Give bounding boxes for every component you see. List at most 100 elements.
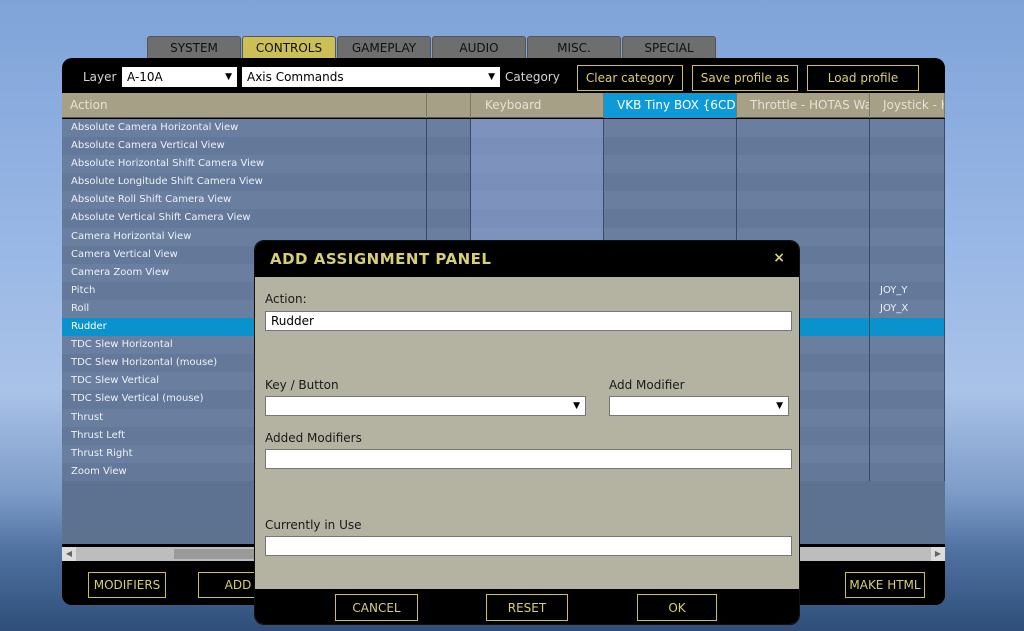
scroll-left-icon[interactable]: ◀ (62, 547, 76, 561)
close-icon[interactable]: × (773, 250, 785, 266)
row-joystick-cell[interactable] (870, 245, 945, 264)
reset-button[interactable]: RESET (486, 594, 568, 621)
currently-in-use-field (265, 536, 792, 556)
row-joystick-cell[interactable] (870, 408, 945, 427)
layer-label: Layer (83, 70, 117, 84)
scroll-thumb[interactable] (174, 549, 254, 559)
table-row[interactable]: Absolute Camera Horizontal View (62, 119, 945, 138)
row-throttle-cell[interactable] (737, 155, 870, 174)
row-blank-cell[interactable] (427, 191, 471, 210)
row-blank-cell[interactable] (427, 173, 471, 192)
tab-misc[interactable]: MISC. (527, 36, 621, 58)
row-throttle-cell[interactable] (737, 137, 870, 156)
row-throttle-cell[interactable] (737, 119, 870, 138)
row-action-cell: Absolute Longitude Shift Camera View (62, 173, 427, 192)
column-action[interactable]: Action (62, 93, 427, 118)
row-joystick-cell[interactable] (870, 263, 945, 282)
column-keyboard[interactable]: Keyboard (471, 93, 604, 118)
commands-select-value: Axis Commands (247, 70, 344, 84)
table-row[interactable]: Absolute Vertical Shift Camera View (62, 209, 945, 228)
row-vkb-cell[interactable] (604, 137, 737, 156)
modal-header: ADD ASSIGNMENT PANEL × (255, 241, 799, 277)
row-keyboard-cell[interactable] (471, 173, 604, 192)
added-modifiers-label: Added Modifiers (265, 431, 362, 445)
added-modifiers-field[interactable] (265, 449, 792, 469)
row-vkb-cell[interactable] (604, 155, 737, 174)
load-profile-button[interactable]: Load profile (807, 65, 919, 91)
ok-button[interactable]: OK (637, 594, 717, 621)
row-joystick-cell[interactable] (870, 390, 945, 409)
row-action-cell: Absolute Horizontal Shift Camera View (62, 155, 427, 174)
row-joystick-cell[interactable] (870, 426, 945, 445)
row-joystick-cell[interactable] (870, 173, 945, 192)
add-assignment-panel: ADD ASSIGNMENT PANEL × Action: Rudder Ke… (254, 240, 800, 625)
key-button-select[interactable]: ▼ (265, 396, 586, 416)
column-throttle[interactable]: Throttle - HOTAS Wa (737, 93, 870, 118)
row-vkb-cell[interactable] (604, 209, 737, 228)
chevron-down-icon: ▼ (573, 401, 580, 411)
tab-special[interactable]: SPECIAL (622, 36, 716, 58)
chevron-down-icon: ▼ (488, 72, 495, 82)
row-vkb-cell[interactable] (604, 173, 737, 192)
row-throttle-cell[interactable] (737, 209, 870, 228)
row-joystick-cell[interactable]: JOY_Y (870, 281, 945, 300)
row-keyboard-cell[interactable] (471, 155, 604, 174)
make-html-button[interactable]: MAKE HTML (845, 572, 925, 598)
row-blank-cell[interactable] (427, 137, 471, 156)
cancel-button[interactable]: CANCEL (335, 594, 418, 621)
table-row[interactable]: Absolute Horizontal Shift Camera View (62, 155, 945, 174)
chevron-down-icon: ▼ (225, 72, 232, 82)
row-vkb-cell[interactable] (604, 119, 737, 138)
modal-footer: CANCEL RESET OK (255, 589, 799, 624)
row-keyboard-cell[interactable] (471, 209, 604, 228)
category-label: Category (505, 70, 560, 84)
grid-header: Action Keyboard VKB Tiny BOX {6CD Thrott… (62, 93, 945, 118)
row-joystick-cell[interactable] (870, 119, 945, 138)
row-blank-cell[interactable] (427, 119, 471, 138)
save-profile-button[interactable]: Save profile as (692, 65, 798, 91)
column-vkb-tiny-box[interactable]: VKB Tiny BOX {6CD (604, 93, 737, 118)
column-joystick[interactable]: Joystick - H (870, 93, 945, 118)
commands-select[interactable]: Axis Commands ▼ (242, 67, 500, 87)
modal-title: ADD ASSIGNMENT PANEL (270, 250, 492, 268)
row-blank-cell[interactable] (427, 155, 471, 174)
table-row[interactable]: Absolute Camera Vertical View (62, 137, 945, 156)
row-joystick-cell[interactable] (870, 444, 945, 463)
layer-select-value: A-10A (127, 70, 163, 84)
row-joystick-cell[interactable] (870, 336, 945, 355)
add-modifier-select[interactable]: ▼ (609, 396, 789, 416)
row-action-cell: Absolute Camera Horizontal View (62, 119, 427, 138)
row-throttle-cell[interactable] (737, 191, 870, 210)
modifiers-button[interactable]: MODIFIERS (88, 572, 166, 598)
row-joystick-cell[interactable] (870, 227, 945, 246)
tab-gameplay[interactable]: GAMEPLAY (337, 36, 431, 58)
row-vkb-cell[interactable] (604, 191, 737, 210)
table-row[interactable]: Absolute Longitude Shift Camera View (62, 173, 945, 192)
row-blank-cell[interactable] (427, 209, 471, 228)
row-joystick-cell[interactable] (870, 372, 945, 391)
tab-system[interactable]: SYSTEM (147, 36, 241, 58)
row-joystick-cell[interactable] (870, 137, 945, 156)
row-throttle-cell[interactable] (737, 173, 870, 192)
tab-audio[interactable]: AUDIO (432, 36, 526, 58)
row-keyboard-cell[interactable] (471, 119, 604, 138)
action-label: Action: (265, 292, 307, 306)
layer-select[interactable]: A-10A ▼ (122, 67, 237, 87)
table-row[interactable]: Absolute Roll Shift Camera View (62, 191, 945, 210)
currently-in-use-label: Currently in Use (265, 518, 362, 532)
clear-category-button[interactable]: Clear category (577, 65, 683, 91)
row-joystick-cell[interactable]: JOY_X (870, 299, 945, 319)
row-joystick-cell[interactable] (870, 354, 945, 373)
tab-controls[interactable]: CONTROLS (242, 36, 336, 58)
scroll-right-icon[interactable]: ▶ (931, 547, 945, 561)
row-joystick-cell[interactable] (870, 191, 945, 210)
row-joystick-cell[interactable] (870, 318, 945, 337)
row-keyboard-cell[interactable] (471, 137, 604, 156)
add-modifier-label: Add Modifier (609, 378, 685, 392)
row-joystick-cell[interactable] (870, 462, 945, 481)
row-joystick-cell[interactable] (870, 155, 945, 174)
tab-bar: SYSTEM CONTROLS GAMEPLAY AUDIO MISC. SPE… (147, 36, 717, 58)
row-joystick-cell[interactable] (870, 209, 945, 228)
action-field[interactable]: Rudder (265, 311, 792, 331)
row-keyboard-cell[interactable] (471, 191, 604, 210)
